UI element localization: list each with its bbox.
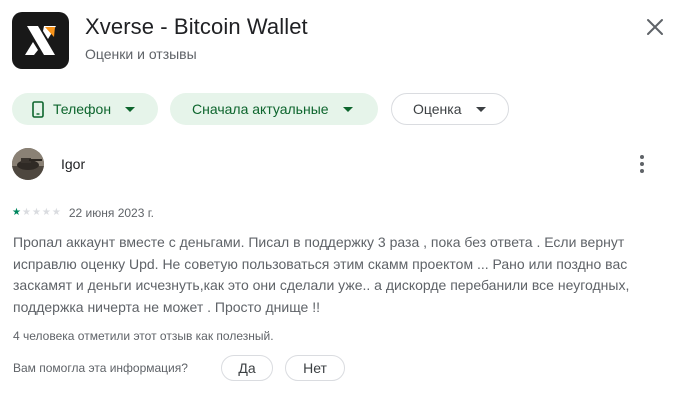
star-rating: ★ ★ ★ ★ ★ [12, 208, 61, 218]
star-empty-icon: ★ [21, 207, 31, 218]
dropdown-arrow-icon [475, 106, 486, 112]
star-filled-icon: ★ [12, 207, 21, 218]
more-vert-icon [640, 155, 644, 159]
sort-filter-label: Сначала актуальные [192, 101, 329, 117]
device-filter-chip[interactable]: Телефон [12, 93, 158, 125]
close-button[interactable] [642, 14, 668, 40]
page-subtitle: Оценки и отзывы [85, 46, 197, 62]
star-empty-icon: ★ [31, 207, 41, 218]
review-author: Igor [61, 156, 86, 172]
xverse-logo-icon [12, 12, 69, 69]
rating-filter-chip[interactable]: Оценка [391, 93, 509, 125]
close-icon [647, 19, 663, 35]
helpful-count: 4 человека отметили этот отзыв как полез… [13, 329, 274, 343]
star-empty-icon: ★ [51, 207, 61, 218]
sort-filter-chip[interactable]: Сначала актуальные [170, 93, 378, 125]
app-header: Xverse - Bitcoin Wallet Оценки и отзывы [12, 12, 678, 72]
review-rating-row: ★ ★ ★ ★ ★ 22 июня 2023 г. [12, 206, 154, 220]
phone-icon [32, 100, 44, 118]
helpful-yes-button[interactable]: Да [221, 355, 273, 381]
dropdown-arrow-icon [342, 106, 353, 112]
review-date: 22 июня 2023 г. [68, 206, 154, 220]
app-title: Xverse - Bitcoin Wallet [85, 14, 308, 39]
device-filter-label: Телефон [53, 101, 112, 117]
dropdown-arrow-icon [125, 106, 136, 112]
avatar [12, 148, 44, 180]
helpful-no-button[interactable]: Нет [285, 355, 345, 381]
review-text: Пропал аккаунт вместе с деньгами. Писал … [13, 234, 630, 315]
star-empty-icon: ★ [41, 207, 51, 218]
rating-filter-label: Оценка [413, 101, 462, 117]
more-options-button[interactable] [630, 152, 654, 176]
feedback-question: Вам помогла эта информация? [13, 361, 188, 375]
